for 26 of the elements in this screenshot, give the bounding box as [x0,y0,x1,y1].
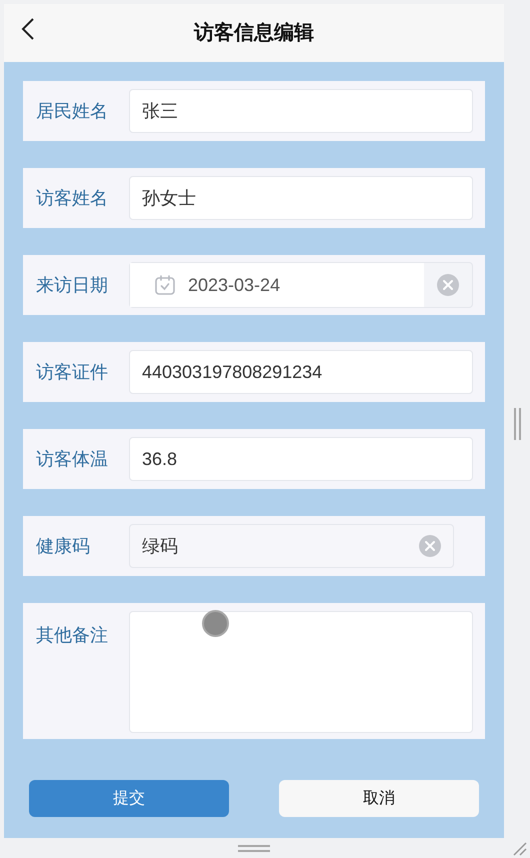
calendar-icon [154,274,176,296]
clear-icon[interactable] [419,535,441,557]
text-field[interactable]: 孙女士 [129,176,473,220]
field-label: 来访日期 [36,274,109,296]
field-label: 其他备注 [36,624,109,647]
cancel-button[interactable]: 取消 [279,780,479,817]
text-field[interactable]: 440303197808291234 [129,350,473,394]
resize-grip-icon[interactable] [513,842,527,856]
field-label: 访客姓名 [36,186,109,210]
text-field[interactable]: 张三 [129,89,473,133]
field-label: 访客体温 [36,448,109,470]
text-field[interactable]: 36.8 [129,437,473,481]
drag-handle-icon[interactable] [514,408,520,440]
date-value: 2023-03-24 [188,274,280,296]
field-label: 健康码 [36,534,91,558]
select-value: 绿码 [142,534,178,558]
select-field[interactable]: 绿码 [129,524,454,568]
field-label: 居民姓名 [36,100,109,122]
notes-field[interactable] [129,611,473,733]
drag-handle-icon[interactable] [238,844,270,852]
clear-icon[interactable] [437,274,459,296]
submit-button[interactable]: 提交 [29,780,229,817]
back-icon[interactable] [21,18,35,40]
field-label: 访客证件 [36,360,109,384]
date-field[interactable]: 2023-03-24 [129,262,473,308]
page-title: 访客信息编辑 [194,20,314,46]
